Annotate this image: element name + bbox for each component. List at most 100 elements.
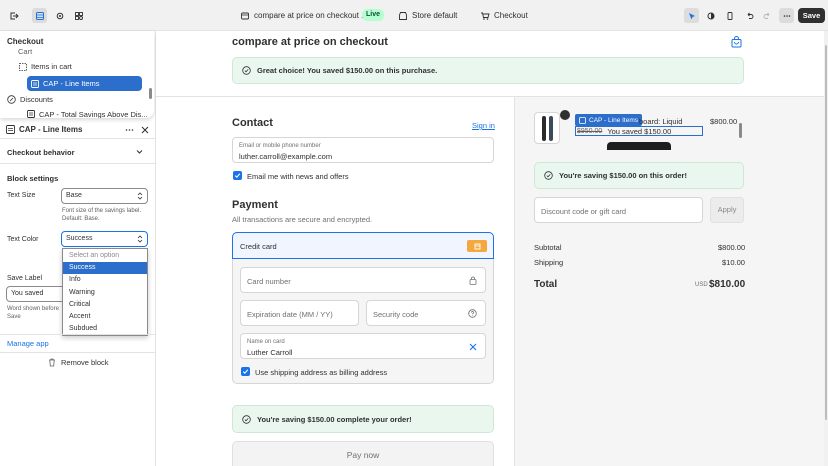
discount-icon	[7, 95, 16, 104]
block-icon	[6, 125, 15, 134]
inspector-icon[interactable]	[684, 8, 699, 23]
security-code-input[interactable]: Security code	[366, 300, 486, 326]
dropdown-option-placeholder[interactable]: Select an option	[63, 250, 147, 262]
shopping-bag-icon[interactable]	[731, 36, 742, 48]
check-circle-icon	[544, 171, 553, 180]
settings-gear-icon[interactable]	[52, 8, 67, 23]
pay-now-button[interactable]: Pay now	[232, 441, 494, 466]
select-arrows-icon	[137, 192, 143, 200]
email-field[interactable]: Email or mobile phone number luther.carr…	[232, 137, 494, 163]
discount-code-input[interactable]: Discount code or gift card	[534, 197, 703, 223]
save-label-label: Save Label	[7, 275, 43, 282]
trash-icon	[49, 358, 55, 367]
tree-title: Checkout	[7, 37, 44, 46]
save-button[interactable]: Save	[798, 8, 825, 23]
preview-header-title: compare at price on checkout	[232, 36, 388, 48]
top-bar: compare at price on checkout ... Live St…	[0, 0, 828, 31]
mobile-preview-icon[interactable]	[722, 8, 737, 23]
dropdown-option-success[interactable]: Success	[63, 262, 147, 274]
theme-icon[interactable]	[703, 8, 718, 23]
more-actions-icon[interactable]	[779, 8, 794, 23]
tree-scrollbar[interactable]	[149, 88, 152, 99]
billing-same-checkbox[interactable]	[241, 367, 250, 376]
tree-item-items-in-cart[interactable]: Items in cart	[19, 62, 72, 71]
live-badge: Live	[362, 9, 385, 21]
redo-icon[interactable]	[759, 8, 774, 23]
block-header: CAP - Line Items	[6, 125, 82, 134]
cap-line-items-tag[interactable]: CAP - Line Items	[575, 114, 643, 126]
divider	[0, 163, 156, 164]
manage-app-link[interactable]: Manage app	[7, 339, 49, 348]
shipping-label: Shipping	[534, 258, 564, 267]
sign-in-link[interactable]: Sign in	[472, 121, 495, 130]
card-number-input[interactable]: Card number	[240, 267, 486, 293]
total-value: $810.00	[709, 279, 746, 290]
product-price: $800.00	[710, 117, 738, 126]
page-icon	[237, 8, 252, 23]
shipping-value: $10.00	[722, 258, 745, 267]
chevron-down-icon[interactable]	[136, 149, 143, 155]
product-name: board: Liquid	[639, 117, 683, 126]
cart-icon	[477, 8, 492, 23]
contact-heading: Contact	[232, 117, 273, 129]
dropdown-option-accent[interactable]: Accent	[63, 311, 147, 323]
close-icon[interactable]	[141, 126, 149, 134]
expiration-input[interactable]: Expiration date (MM / YY)	[240, 300, 359, 326]
remove-block-button[interactable]: Remove block	[48, 358, 109, 367]
save-label-input[interactable]: You saved	[6, 286, 66, 302]
total-label: Total	[534, 279, 558, 290]
dropdown-option-critical[interactable]: Critical	[63, 299, 147, 311]
currency-code: USD	[695, 282, 708, 288]
block-icon	[31, 79, 39, 88]
block-icon	[27, 110, 35, 118]
divider	[0, 352, 156, 353]
divider	[0, 334, 156, 335]
subtotal-value: $800.00	[718, 243, 746, 252]
page-title-select[interactable]: compare at price on checkout ...	[254, 11, 368, 20]
text-color-label: Text Color	[7, 236, 39, 243]
store-default-select[interactable]: Store default	[412, 11, 457, 20]
apply-button[interactable]: Apply	[710, 197, 744, 223]
checkout-behavior-toggle[interactable]: Checkout behavior	[7, 148, 75, 157]
dropdown-option-warning[interactable]: Warning	[63, 287, 147, 299]
block-more-icon[interactable]	[125, 126, 134, 134]
divider	[0, 138, 156, 139]
name-on-card-field[interactable]: Name on card Luther Carroll	[240, 333, 486, 359]
check-circle-icon	[242, 414, 251, 424]
checkout-select[interactable]: Checkout	[494, 11, 528, 20]
sections-icon[interactable]	[32, 8, 47, 23]
text-size-label: Text Size	[7, 192, 36, 199]
dashed-box-icon	[19, 62, 27, 71]
lock-icon	[469, 276, 477, 285]
billing-same-label: Use shipping address as billing address	[255, 368, 388, 377]
tree-item-cap-total-savings[interactable]: CAP - Total Savings Above Dis...	[27, 110, 148, 118]
payment-heading: Payment	[232, 199, 278, 211]
checkmark-icon	[242, 369, 249, 375]
credit-card-option[interactable]: Credit card	[232, 232, 494, 259]
apps-icon[interactable]	[71, 8, 86, 23]
undo-icon[interactable]	[742, 8, 757, 23]
tree-item-cap-line-items[interactable]: CAP - Line Items	[27, 76, 142, 91]
block-settings-heading: Block settings	[7, 174, 59, 183]
email-news-label: Email me with news and offers	[247, 172, 349, 181]
email-news-checkbox[interactable]	[233, 171, 242, 180]
exit-icon[interactable]	[6, 8, 21, 23]
tree-item-cart[interactable]: Cart	[18, 47, 32, 56]
save-label-help: Word shown before	[7, 306, 59, 312]
card-brand-icon	[467, 240, 487, 252]
dropdown-option-info[interactable]: Info	[63, 274, 147, 286]
help-circle-icon[interactable]	[468, 309, 477, 318]
text-color-dropdown: Select an option Success Info Warning Cr…	[62, 248, 148, 336]
text-color-select[interactable]: Success	[61, 231, 148, 247]
savings-block-selected[interactable]: $950.00 You saved $150.00	[575, 126, 703, 136]
tree-item-discounts[interactable]: Discounts	[7, 95, 53, 104]
check-circle-icon	[242, 66, 251, 75]
block-title: CAP - Line Items	[19, 125, 83, 134]
text-size-select[interactable]: Base	[61, 188, 148, 204]
preview-scrollbar[interactable]	[825, 45, 827, 420]
block-icon	[579, 116, 586, 124]
bottom-savings-banner: You're saving $150.00 complete your orde…	[232, 405, 494, 433]
product-scrollbar[interactable]	[739, 123, 742, 138]
clear-icon[interactable]	[469, 343, 477, 351]
quantity-badge	[560, 110, 570, 120]
